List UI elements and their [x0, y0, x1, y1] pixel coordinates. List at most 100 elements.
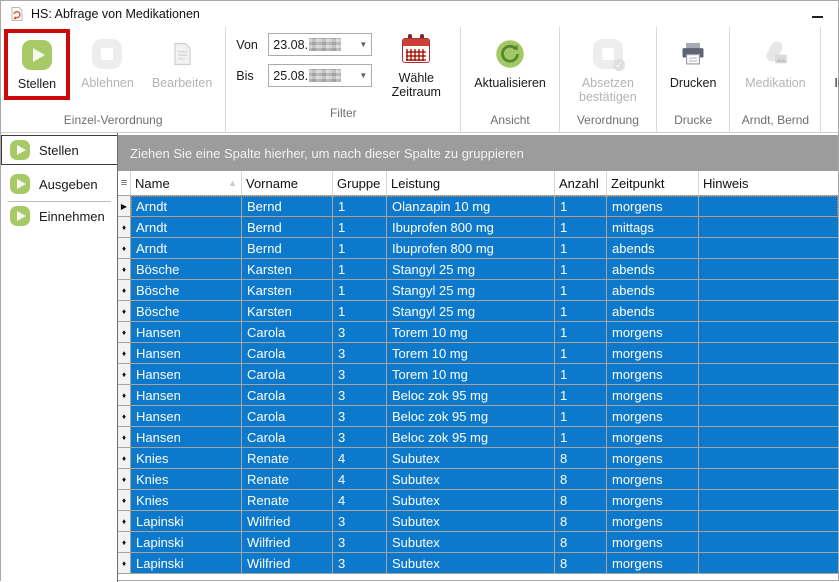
- column-header-gruppe[interactable]: Gruppe: [333, 171, 387, 195]
- cell-gruppe[interactable]: 3: [333, 364, 387, 385]
- cell-gruppe[interactable]: 3: [333, 322, 387, 343]
- column-header-vorname[interactable]: Vorname: [242, 171, 333, 195]
- table-row[interactable]: ♦ Lapinski Wilfried 3 Subutex 8 morgens: [118, 511, 838, 532]
- cell-zeitpunkt[interactable]: morgens: [607, 553, 699, 574]
- cell-vorname[interactable]: Bernd: [242, 217, 333, 238]
- cell-name[interactable]: Knies: [131, 448, 242, 469]
- cell-zeitpunkt[interactable]: abends: [607, 238, 699, 259]
- cell-zeitpunkt[interactable]: morgens: [607, 343, 699, 364]
- cell-vorname[interactable]: Carola: [242, 406, 333, 427]
- absetzen-bestaetigen-button[interactable]: ✓ Absetzen bestätigen: [566, 33, 650, 109]
- table-row[interactable]: ♦ Lapinski Wilfried 3 Subutex 8 morgens: [118, 553, 838, 574]
- medikation-button[interactable]: Medikation: [736, 33, 814, 94]
- cell-name[interactable]: Bösche: [131, 280, 242, 301]
- cell-anzahl[interactable]: 8: [555, 490, 607, 511]
- cell-leistung[interactable]: Torem 10 mg: [387, 364, 555, 385]
- cell-name[interactable]: Arndt: [131, 238, 242, 259]
- cell-zeitpunkt[interactable]: abends: [607, 280, 699, 301]
- column-chooser-icon[interactable]: ≡: [118, 171, 131, 195]
- cell-hinweis[interactable]: [699, 343, 838, 364]
- waehle-zeitraum-button[interactable]: Wähle Zeitraum: [380, 33, 452, 104]
- cell-name[interactable]: Hansen: [131, 406, 242, 427]
- table-row[interactable]: ♦ Hansen Carola 3 Torem 10 mg 1 morgens: [118, 322, 838, 343]
- cell-hinweis[interactable]: [699, 196, 838, 217]
- cell-gruppe[interactable]: 4: [333, 490, 387, 511]
- cell-zeitpunkt[interactable]: morgens: [607, 532, 699, 553]
- cell-leistung[interactable]: Subutex: [387, 469, 555, 490]
- drucken-button[interactable]: Drucken: [663, 33, 724, 94]
- column-header-name[interactable]: Name▲: [131, 171, 242, 195]
- cell-zeitpunkt[interactable]: morgens: [607, 469, 699, 490]
- cell-vorname[interactable]: Carola: [242, 322, 333, 343]
- table-row[interactable]: ♦ Bösche Karsten 1 Stangyl 25 mg 1 abend…: [118, 259, 838, 280]
- cell-name[interactable]: Lapinski: [131, 553, 242, 574]
- table-row[interactable]: ♦ Hansen Carola 3 Beloc zok 95 mg 1 morg…: [118, 406, 838, 427]
- cell-name[interactable]: Lapinski: [131, 532, 242, 553]
- cell-gruppe[interactable]: 1: [333, 259, 387, 280]
- cell-gruppe[interactable]: 3: [333, 385, 387, 406]
- cell-hinweis[interactable]: [699, 448, 838, 469]
- cell-hinweis[interactable]: [699, 280, 838, 301]
- cell-leistung[interactable]: Beloc zok 95 mg: [387, 385, 555, 406]
- cell-name[interactable]: Arndt: [131, 217, 242, 238]
- cell-hinweis[interactable]: [699, 322, 838, 343]
- cell-gruppe[interactable]: 3: [333, 532, 387, 553]
- cell-zeitpunkt[interactable]: morgens: [607, 196, 699, 217]
- bearbeiten-button[interactable]: Bearbeiten: [145, 33, 219, 94]
- cell-vorname[interactable]: Wilfried: [242, 511, 333, 532]
- cell-vorname[interactable]: Carola: [242, 385, 333, 406]
- cell-vorname[interactable]: Carola: [242, 427, 333, 448]
- cell-hinweis[interactable]: [699, 511, 838, 532]
- cell-hinweis[interactable]: [699, 490, 838, 511]
- cell-anzahl[interactable]: 1: [555, 259, 607, 280]
- cell-name[interactable]: Bösche: [131, 301, 242, 322]
- von-date-combobox[interactable]: 23.08. ▼: [268, 33, 372, 56]
- table-row[interactable]: ♦ Hansen Carola 3 Beloc zok 95 mg 1 morg…: [118, 427, 838, 448]
- cell-zeitpunkt[interactable]: morgens: [607, 511, 699, 532]
- cell-name[interactable]: Knies: [131, 469, 242, 490]
- cell-anzahl[interactable]: 8: [555, 532, 607, 553]
- cell-leistung[interactable]: Subutex: [387, 511, 555, 532]
- cell-name[interactable]: Arndt: [131, 196, 242, 217]
- cell-zeitpunkt[interactable]: morgens: [607, 364, 699, 385]
- cell-gruppe[interactable]: 1: [333, 301, 387, 322]
- cell-gruppe[interactable]: 1: [333, 217, 387, 238]
- cell-anzahl[interactable]: 1: [555, 406, 607, 427]
- cell-zeitpunkt[interactable]: morgens: [607, 448, 699, 469]
- cell-leistung[interactable]: Stangyl 25 mg: [387, 280, 555, 301]
- column-header-hinweis[interactable]: Hinweis: [699, 171, 838, 195]
- table-row[interactable]: ♦ Arndt Bernd 1 Ibuprofen 800 mg 1 mitta…: [118, 217, 838, 238]
- cell-hinweis[interactable]: [699, 427, 838, 448]
- cell-gruppe[interactable]: 1: [333, 196, 387, 217]
- cell-hinweis[interactable]: [699, 301, 838, 322]
- table-row[interactable]: ♦ Hansen Carola 3 Torem 10 mg 1 morgens: [118, 343, 838, 364]
- cell-anzahl[interactable]: 1: [555, 385, 607, 406]
- cell-vorname[interactable]: Karsten: [242, 301, 333, 322]
- cell-zeitpunkt[interactable]: morgens: [607, 490, 699, 511]
- cell-anzahl[interactable]: 1: [555, 196, 607, 217]
- bis-date-combobox[interactable]: 25.08. ▼: [268, 64, 372, 87]
- table-row[interactable]: ▶ Arndt Bernd 1 Olanzapin 10 mg 1 morgen…: [118, 196, 838, 217]
- cell-anzahl[interactable]: 1: [555, 238, 607, 259]
- cell-name[interactable]: Knies: [131, 490, 242, 511]
- cell-hinweis[interactable]: [699, 217, 838, 238]
- table-row[interactable]: ♦ Lapinski Wilfried 3 Subutex 8 morgens: [118, 532, 838, 553]
- cell-leistung[interactable]: Subutex: [387, 448, 555, 469]
- table-row[interactable]: ♦ Hansen Carola 3 Beloc zok 95 mg 1 morg…: [118, 385, 838, 406]
- cell-name[interactable]: Hansen: [131, 385, 242, 406]
- cell-vorname[interactable]: Carola: [242, 343, 333, 364]
- table-row[interactable]: ♦ Knies Renate 4 Subutex 8 morgens: [118, 490, 838, 511]
- cell-name[interactable]: Lapinski: [131, 511, 242, 532]
- cell-hinweis[interactable]: [699, 364, 838, 385]
- cell-name[interactable]: Bösche: [131, 259, 242, 280]
- table-row[interactable]: ♦ Bösche Karsten 1 Stangyl 25 mg 1 abend…: [118, 301, 838, 322]
- cell-vorname[interactable]: Bernd: [242, 196, 333, 217]
- cell-anzahl[interactable]: 8: [555, 553, 607, 574]
- cell-gruppe[interactable]: 3: [333, 511, 387, 532]
- cell-anzahl[interactable]: 1: [555, 322, 607, 343]
- cell-anzahl[interactable]: 8: [555, 469, 607, 490]
- cell-leistung[interactable]: Ibuprofen 800 mg: [387, 217, 555, 238]
- cell-leistung[interactable]: Subutex: [387, 553, 555, 574]
- cell-leistung[interactable]: Beloc zok 95 mg: [387, 406, 555, 427]
- cell-gruppe[interactable]: 3: [333, 427, 387, 448]
